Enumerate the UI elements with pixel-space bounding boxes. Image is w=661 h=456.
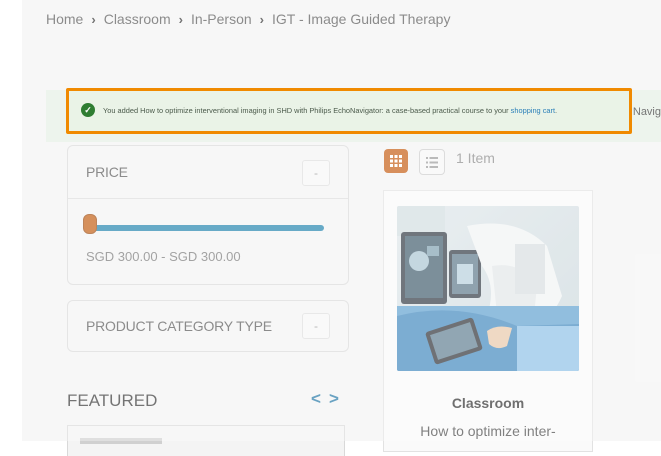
product-image[interactable] <box>397 206 579 371</box>
breadcrumb-in-person[interactable]: In-Person <box>191 11 252 27</box>
list-icon <box>426 156 438 168</box>
product-card[interactable]: Classroom How to optimize inter- <box>383 190 593 452</box>
price-range-text: SGD 300.00 - SGD 300.00 <box>86 249 241 264</box>
item-count: 1 Item <box>456 150 495 166</box>
grid-view-button[interactable] <box>384 149 408 173</box>
success-message: ✓ You added How to optimize intervention… <box>66 88 632 134</box>
chevron-right-icon: › <box>178 11 183 27</box>
grid-icon <box>390 155 402 167</box>
product-name-link[interactable]: How to optimize inter- <box>384 423 592 439</box>
message-overflow-text: Navig <box>632 106 661 118</box>
price-collapse-button[interactable]: - <box>302 160 330 186</box>
shopping-cart-link[interactable]: shopping cart <box>511 106 555 115</box>
price-filter: PRICE - SGD 300.00 - SGD 300.00 <box>67 145 349 285</box>
category-filter: PRODUCT CATEGORY TYPE - <box>67 300 349 352</box>
price-filter-title[interactable]: PRICE <box>86 164 128 180</box>
success-message-text: You added How to optimize interventional… <box>103 105 558 115</box>
featured-product-image <box>80 438 162 444</box>
list-view-button[interactable] <box>419 149 445 175</box>
breadcrumb-classroom[interactable]: Classroom <box>104 11 171 27</box>
filter-divider <box>68 198 348 199</box>
medical-equipment-photo <box>397 206 579 371</box>
success-check-icon: ✓ <box>81 103 95 117</box>
left-margin <box>0 0 22 441</box>
featured-title: FEATURED <box>67 391 158 410</box>
chevron-right-icon[interactable]: > <box>329 389 339 409</box>
chevron-left-icon[interactable]: < <box>311 389 321 409</box>
breadcrumb: Home › Classroom › In-Person › IGT - Ima… <box>46 11 450 27</box>
breadcrumb-current: IGT - Image Guided Therapy <box>272 11 451 27</box>
category-filter-title[interactable]: PRODUCT CATEGORY TYPE <box>86 318 272 334</box>
chevron-right-icon: › <box>259 11 264 27</box>
price-slider-track[interactable] <box>88 225 324 231</box>
breadcrumb-home[interactable]: Home <box>46 11 83 27</box>
product-category: Classroom <box>451 395 525 411</box>
chevron-right-icon: › <box>91 11 96 27</box>
category-collapse-button[interactable]: - <box>302 313 330 339</box>
price-slider-handle[interactable] <box>83 214 97 234</box>
